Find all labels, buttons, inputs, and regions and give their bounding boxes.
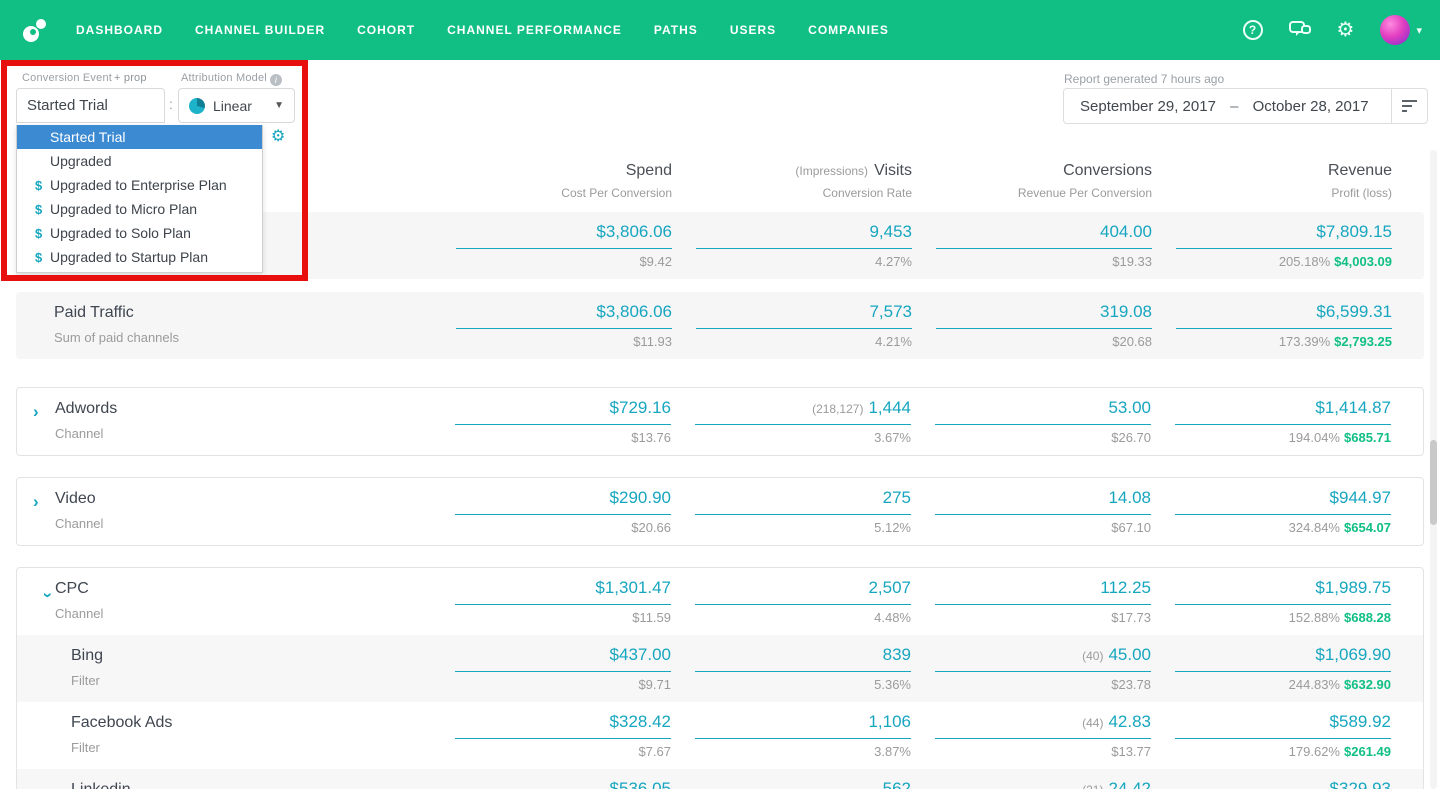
dropdown-item-upgraded-micro[interactable]: $ Upgraded to Micro Plan: [17, 197, 262, 221]
cell-revenue: $1,989.75 152.88% $688.28: [1175, 578, 1391, 625]
nav-right: ? ⚙ ▾: [1242, 15, 1422, 45]
cell-spend: $328.42 $7.67: [455, 712, 671, 759]
dollar-icon: $: [35, 225, 43, 241]
controls-separator: :: [169, 96, 173, 112]
table-row-adwords[interactable]: › Adwords Channel $729.16 $13.76 (218,12…: [17, 388, 1423, 455]
user-menu[interactable]: ▾: [1380, 15, 1422, 45]
cell-revenue: $7,809.15 205.18% $4,003.09: [1176, 222, 1392, 269]
cell-revenue: $589.92 179.62% $261.49: [1175, 712, 1391, 759]
attribution-model-label: Attribution Model i: [181, 72, 282, 86]
app-logo[interactable]: [18, 13, 52, 47]
dropdown-item-upgraded-solo[interactable]: $ Upgraded to Solo Plan: [17, 221, 262, 245]
collapse-chevron-icon[interactable]: ›: [19, 592, 58, 608]
nav-items: DASHBOARD CHANNEL BUILDER COHORT CHANNEL…: [76, 23, 889, 37]
scrollbar-thumb[interactable]: [1430, 440, 1437, 525]
table-row-video[interactable]: › Video Channel $290.90 $20.66 275 5.12%…: [17, 478, 1423, 545]
conversion-settings-gear-icon[interactable]: ⚙: [271, 126, 285, 146]
expand-chevron-icon[interactable]: ›: [33, 492, 49, 531]
dollar-icon: $: [35, 201, 43, 217]
nav-companies[interactable]: COMPANIES: [808, 23, 889, 37]
header-revenue: Revenue Profit (loss): [1327, 162, 1392, 200]
nav-cohort[interactable]: COHORT: [357, 23, 415, 37]
nav-users[interactable]: USERS: [730, 23, 776, 37]
nav-paths[interactable]: PATHS: [654, 23, 698, 37]
table-row-cpc[interactable]: › CPC Channel $1,301.47 $11.59 2,507 4.4…: [17, 568, 1423, 635]
cell-spend: $536.05 $21.95: [455, 779, 671, 789]
cell-conversions: 404.00 $19.33: [936, 222, 1152, 269]
add-prop-link[interactable]: + prop: [114, 72, 147, 84]
date-start: September 29, 2017: [1080, 97, 1216, 115]
cell-spend: $729.16 $13.76: [455, 398, 671, 445]
attribution-model-select[interactable]: Linear ▼: [178, 88, 295, 123]
nav-dashboard[interactable]: DASHBOARD: [76, 23, 163, 37]
date-separator: –: [1230, 97, 1239, 115]
caret-down-icon: ▼: [274, 100, 284, 111]
cell-visits: 1,106 3.87%: [695, 712, 911, 759]
cell-spend: $1,301.47 $11.59: [455, 578, 671, 625]
gear-icon[interactable]: ⚙: [1337, 20, 1355, 40]
cell-visits: 9,453 4.27%: [696, 222, 912, 269]
cell-spend: $290.90 $20.66: [455, 488, 671, 535]
table-row-linkedin[interactable]: Linkedin Filter $536.05 $21.95 562 4.34%…: [17, 769, 1423, 789]
cell-visits: 839 5.36%: [695, 645, 911, 692]
dropdown-item-upgraded[interactable]: Upgraded: [17, 149, 262, 173]
cell-revenue: $329.93 61.55%-$206.12: [1175, 779, 1391, 789]
channel-card-video: › Video Channel $290.90 $20.66 275 5.12%…: [16, 477, 1424, 546]
header-spend: Spend Cost Per Conversion: [561, 162, 672, 200]
avatar: [1380, 15, 1411, 45]
cell-visits: (218,127) 1,444 3.67%: [695, 398, 911, 445]
cell-visits: 2,507 4.48%: [695, 578, 911, 625]
conversion-event-dropdown: Started Trial Upgraded $ Upgraded to Ent…: [16, 125, 263, 273]
app-logo-icon: [23, 19, 46, 42]
date-end: October 28, 2017: [1252, 97, 1369, 115]
cell-conversions: (21)24.42 $13.51: [935, 779, 1151, 789]
dollar-icon: $: [35, 249, 43, 265]
cell-spend: $3,806.06 $11.93: [456, 302, 672, 349]
chat-icon[interactable]: [1288, 20, 1311, 40]
nav-channel-builder[interactable]: CHANNEL BUILDER: [195, 23, 325, 37]
conversion-event-input[interactable]: [16, 88, 165, 123]
cell-spend: $3,806.06 $9.42: [456, 222, 672, 269]
cell-revenue: $1,414.87 194.04% $685.71: [1175, 398, 1391, 445]
cell-conversions: (40) 45.00 $23.78: [935, 645, 1151, 692]
cell-conversions: (44) 42.83 $13.77: [935, 712, 1151, 759]
sort-filter-icon[interactable]: [1391, 89, 1427, 123]
channel-card-adwords: › Adwords Channel $729.16 $13.76 (218,12…: [16, 387, 1424, 456]
attribution-model-value: Linear: [213, 97, 252, 114]
header-conversions: Conversions Revenue Per Conversion: [1017, 162, 1152, 200]
help-icon[interactable]: ?: [1242, 20, 1263, 40]
cell-visits: 7,573 4.21%: [696, 302, 912, 349]
report-generated-text: Report generated 7 hours ago: [1064, 72, 1225, 86]
cell-conversions: 319.08 $20.68: [936, 302, 1152, 349]
dropdown-item-upgraded-enterprise[interactable]: $ Upgraded to Enterprise Plan: [17, 173, 262, 197]
cell-visits: 562 4.34%: [695, 779, 911, 789]
top-nav: DASHBOARD CHANNEL BUILDER COHORT CHANNEL…: [0, 0, 1440, 60]
cell-revenue: $6,599.31 173.39% $2,793.25: [1176, 302, 1392, 349]
cell-revenue: $1,069.90 244.83% $632.90: [1175, 645, 1391, 692]
dropdown-item-started-trial[interactable]: Started Trial: [17, 125, 262, 149]
conversion-event-label: Conversion Event: [22, 72, 113, 84]
cell-revenue: $944.97 324.84% $654.07: [1175, 488, 1391, 535]
table-row-facebook-ads[interactable]: Facebook Ads Filter $328.42 $7.67 1,106 …: [17, 702, 1423, 769]
dropdown-item-upgraded-startup[interactable]: $ Upgraded to Startup Plan: [17, 245, 262, 269]
expand-chevron-icon[interactable]: ›: [33, 402, 49, 441]
header-visits: (Impressions) Visits Conversion Rate: [795, 162, 912, 200]
cell-conversions: 53.00 $26.70: [935, 398, 1151, 445]
date-range-text: September 29, 2017 – October 28, 2017: [1064, 98, 1391, 115]
dollar-icon: $: [35, 177, 43, 193]
cell-visits: 275 5.12%: [695, 488, 911, 535]
info-icon[interactable]: i: [269, 74, 282, 86]
cell-conversions: 112.25 $17.73: [935, 578, 1151, 625]
chevron-down-icon: ▾: [1416, 24, 1422, 37]
date-range-picker[interactable]: September 29, 2017 – October 28, 2017: [1063, 88, 1428, 124]
table-row-paid-traffic[interactable]: Paid Traffic Sum of paid channels $3,806…: [16, 292, 1424, 359]
cell-spend: $437.00 $9.71: [455, 645, 671, 692]
channel-card-cpc: › CPC Channel $1,301.47 $11.59 2,507 4.4…: [16, 567, 1424, 789]
pie-chart-icon: [189, 97, 205, 114]
table-row-bing[interactable]: Bing Filter $437.00 $9.71 839 5.36% (40)…: [17, 635, 1423, 702]
cell-conversions: 14.08 $67.10: [935, 488, 1151, 535]
nav-channel-performance[interactable]: CHANNEL PERFORMANCE: [447, 23, 622, 37]
